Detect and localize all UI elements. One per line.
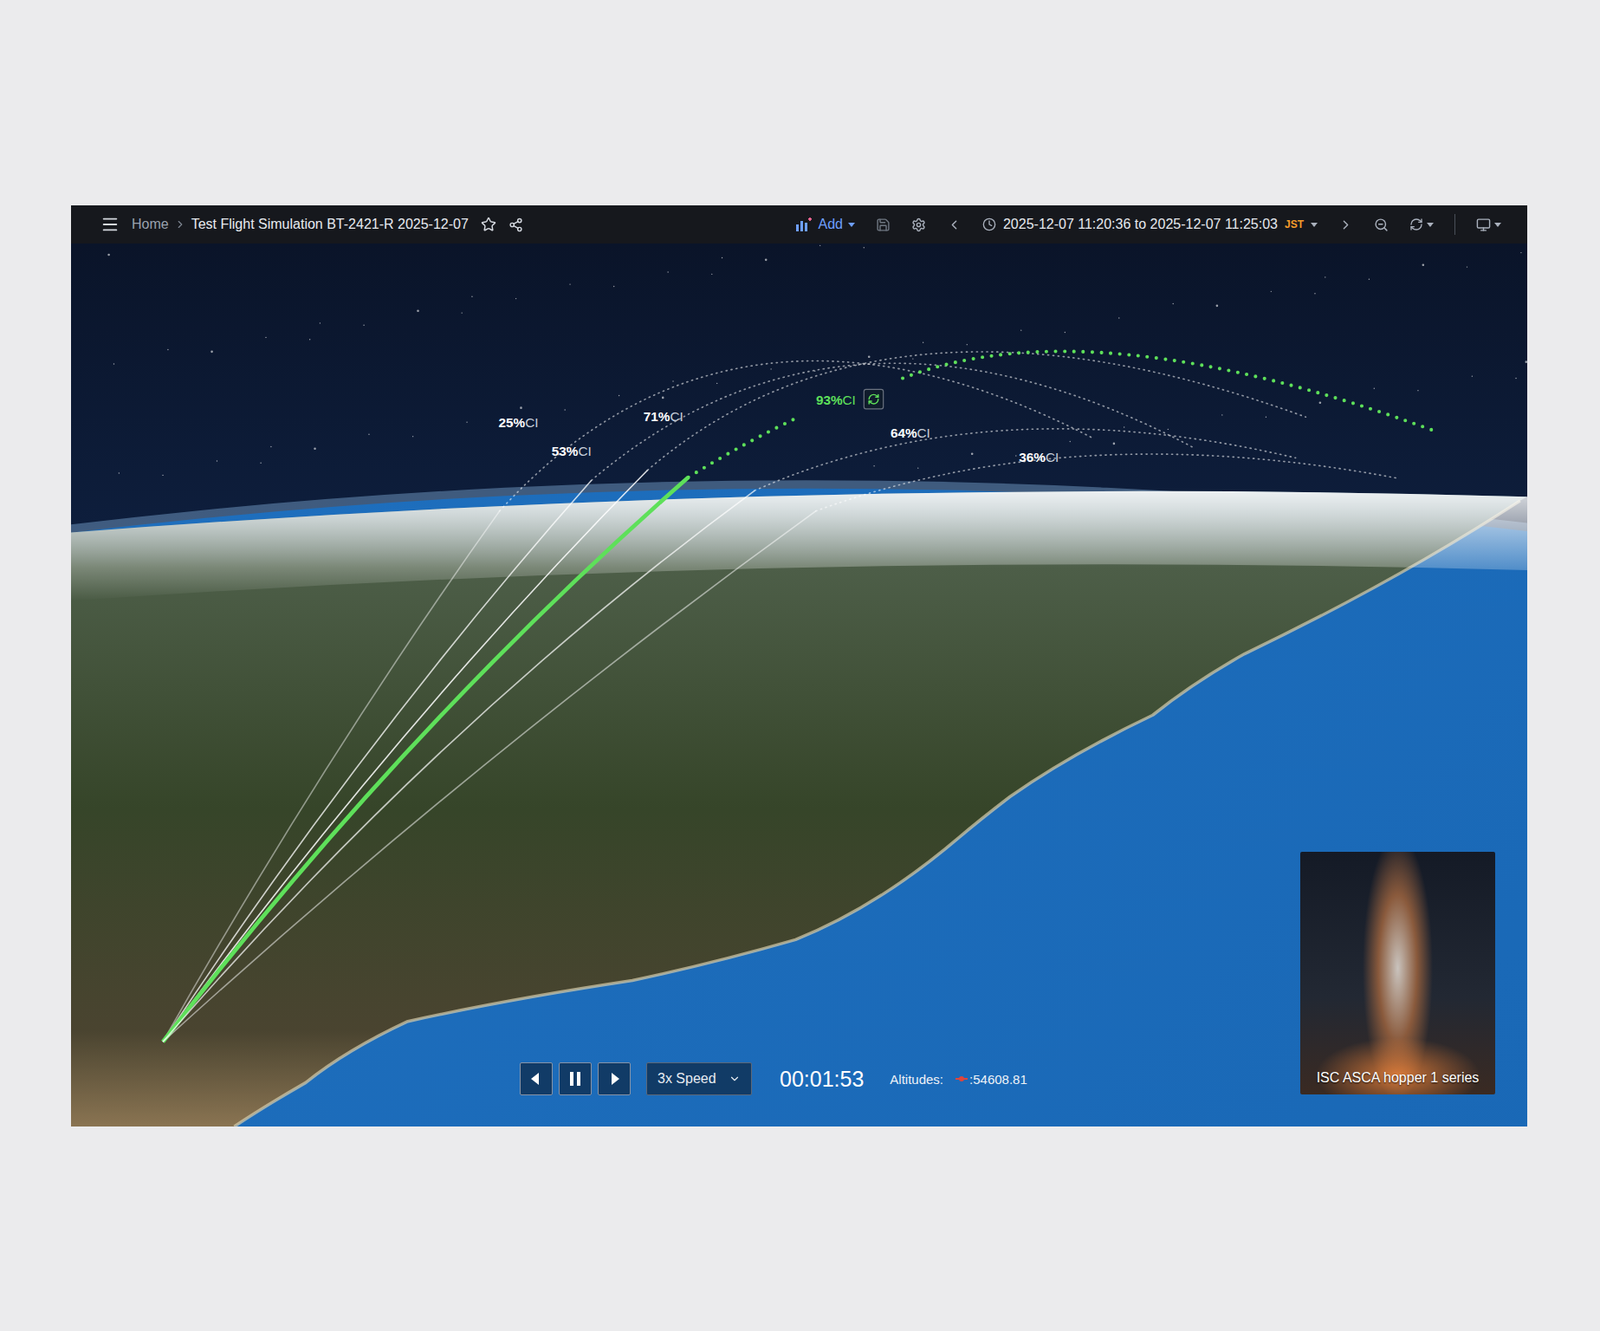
time-back-button[interactable] — [946, 217, 962, 233]
confidence-label[interactable]: 93%CI — [816, 392, 856, 408]
series-marker — [955, 1077, 968, 1080]
trajectory-forecast-line — [816, 453, 1398, 512]
confidence-label[interactable]: 71%CI — [643, 408, 684, 424]
breadcrumb-home[interactable]: Home — [131, 216, 169, 233]
breadcrumb-title[interactable]: Test Flight Simulation BT-2421-R 2025-12… — [191, 216, 469, 233]
altitude-value: :54608.81 — [969, 1071, 1028, 1087]
elapsed-time: 00:01:53 — [779, 1066, 864, 1092]
share-icon — [508, 217, 524, 233]
trajectory[interactable]: 36%CI — [162, 449, 1398, 1042]
clock-icon — [982, 217, 997, 232]
menu-button[interactable] — [100, 214, 120, 234]
replay-button[interactable] — [863, 388, 883, 409]
time-range-picker[interactable]: 2025-12-07 11:20:36 to 2025-12-07 11:25:… — [982, 216, 1318, 233]
trajectory-flown-line — [162, 511, 817, 1043]
time-forward-button[interactable] — [1338, 217, 1354, 233]
confidence-label[interactable]: 25%CI — [498, 414, 539, 430]
next-icon — [606, 1069, 622, 1088]
refresh-icon — [1409, 217, 1424, 232]
trajectory[interactable]: 53%CI — [162, 362, 1194, 1042]
save-button[interactable] — [875, 217, 891, 233]
trajectory-flown-line — [162, 477, 689, 1042]
trajectory[interactable]: 93%CI — [162, 351, 1439, 1043]
chevron-right-icon — [174, 218, 187, 231]
chevron-down-icon — [728, 1072, 741, 1085]
time-range: 2025-12-07 11:20:36 to 2025-12-07 11:25:… — [1003, 216, 1278, 233]
trajectory-flown-line — [162, 511, 500, 1043]
confidence-label[interactable]: 53%CI — [551, 443, 592, 459]
trajectory-forecast-line — [499, 360, 1092, 511]
share-button[interactable] — [508, 217, 524, 233]
add-button[interactable]: Add — [795, 216, 855, 233]
trajectory[interactable]: 25%CI — [162, 360, 1092, 1042]
refresh-button[interactable] — [1409, 217, 1434, 232]
timezone-badge: JST — [1284, 218, 1304, 231]
trajectory-forecast-line — [902, 351, 1439, 433]
star-button[interactable] — [480, 216, 497, 233]
caret-icon — [1494, 222, 1502, 227]
camera-thumbnail[interactable]: ISC ASCA hopper 1 series — [1300, 851, 1496, 1095]
earth-photo — [71, 243, 1528, 1127]
trajectory[interactable]: 64%CI — [162, 425, 1296, 1042]
trajectory-forecast-line — [591, 362, 1194, 480]
dashboard-window: Home Test Flight Simulation BT-2421-R 202… — [71, 205, 1528, 1127]
toolbar-divider — [1454, 213, 1456, 235]
caret-icon — [848, 222, 856, 227]
monitor-icon — [1476, 217, 1491, 233]
previous-button[interactable] — [519, 1062, 553, 1095]
next-button[interactable] — [597, 1062, 631, 1095]
playback-controls: 3x Speed 00:01:53 Altitudes: :54608.81 — [519, 1062, 1028, 1095]
star-icon — [480, 216, 497, 233]
page: Home Test Flight Simulation BT-2421-R 202… — [0, 0, 1600, 1331]
zoom-out-button[interactable] — [1373, 217, 1389, 233]
chevron-right-icon — [1338, 217, 1354, 233]
trajectory-forecast-line — [754, 428, 1296, 491]
chevron-left-icon — [946, 217, 962, 233]
settings-button[interactable] — [911, 217, 927, 233]
view-mode-button[interactable] — [1476, 217, 1502, 233]
replay-icon — [868, 394, 879, 404]
confidence-label[interactable]: 64%CI — [890, 425, 931, 441]
pause-icon — [568, 1069, 583, 1088]
add-panel-icon — [795, 217, 813, 232]
trajectory-flown-line — [162, 490, 755, 1042]
altitude-label: Altitudes: — [889, 1071, 944, 1087]
trajectory[interactable]: 71%CI — [162, 351, 1306, 1042]
flight-scene[interactable]: 25%CI 53%CI 71%CI 93%CI 64%CI 36%CI 3x Speed 00… — [71, 243, 1528, 1127]
previous-icon — [528, 1069, 545, 1088]
camera-caption: ISC ASCA hopper 1 series — [1309, 1062, 1487, 1095]
caret-icon — [1426, 222, 1434, 227]
zoom-out-icon — [1373, 217, 1389, 233]
confidence-label[interactable]: 36%CI — [1018, 449, 1059, 465]
top-bar: Home Test Flight Simulation BT-2421-R 202… — [71, 205, 1528, 244]
speed-select[interactable]: 3x Speed — [646, 1062, 752, 1095]
play-pause-button[interactable] — [558, 1062, 592, 1095]
save-icon — [875, 217, 891, 233]
gear-icon — [911, 217, 927, 233]
menu-icon — [100, 214, 120, 234]
caret-icon — [1310, 222, 1318, 227]
trajectory-forecast-line — [647, 351, 1307, 471]
trajectory-forecast-line — [688, 416, 799, 478]
